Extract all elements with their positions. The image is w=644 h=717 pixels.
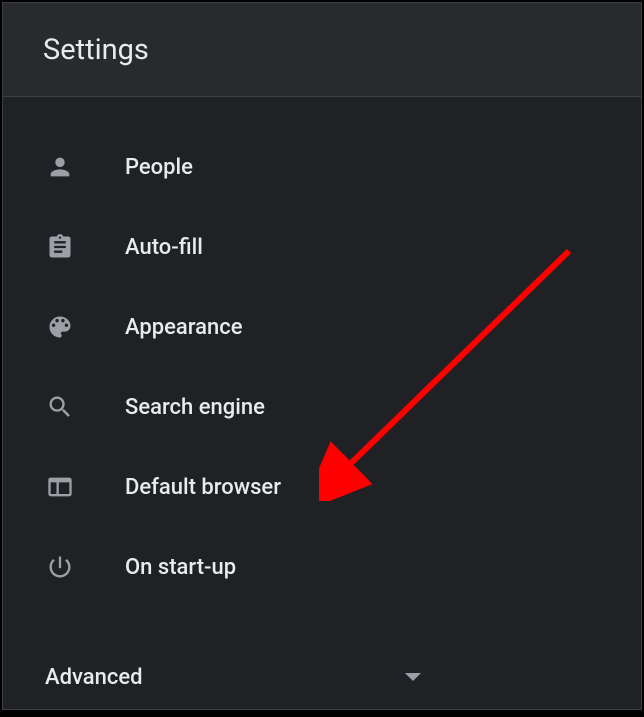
- power-icon: [45, 552, 75, 582]
- nav-item-label: Search engine: [125, 395, 265, 420]
- settings-panel: Settings People Auto-fill Appearance S: [2, 2, 642, 710]
- chevron-down-icon: [405, 673, 421, 681]
- browser-icon: [45, 472, 75, 502]
- palette-icon: [45, 312, 75, 342]
- nav-item-people[interactable]: People: [3, 127, 641, 207]
- nav-item-label: On start-up: [125, 555, 236, 580]
- header: Settings: [3, 3, 641, 97]
- nav-item-label: Default browser: [125, 475, 281, 500]
- nav-item-search-engine[interactable]: Search engine: [3, 367, 641, 447]
- nav-item-appearance[interactable]: Appearance: [3, 287, 641, 367]
- clipboard-icon: [45, 232, 75, 262]
- page-title: Settings: [43, 33, 149, 67]
- person-icon: [45, 152, 75, 182]
- navigation-list: People Auto-fill Appearance Search engin…: [3, 97, 641, 607]
- nav-item-on-startup[interactable]: On start-up: [3, 527, 641, 607]
- nav-item-autofill[interactable]: Auto-fill: [3, 207, 641, 287]
- advanced-label: Advanced: [45, 665, 143, 690]
- nav-item-default-browser[interactable]: Default browser: [3, 447, 641, 527]
- nav-item-label: Auto-fill: [125, 235, 203, 260]
- advanced-toggle[interactable]: Advanced: [3, 637, 641, 717]
- search-icon: [45, 392, 75, 422]
- nav-item-label: Appearance: [125, 315, 243, 340]
- nav-item-label: People: [125, 155, 193, 180]
